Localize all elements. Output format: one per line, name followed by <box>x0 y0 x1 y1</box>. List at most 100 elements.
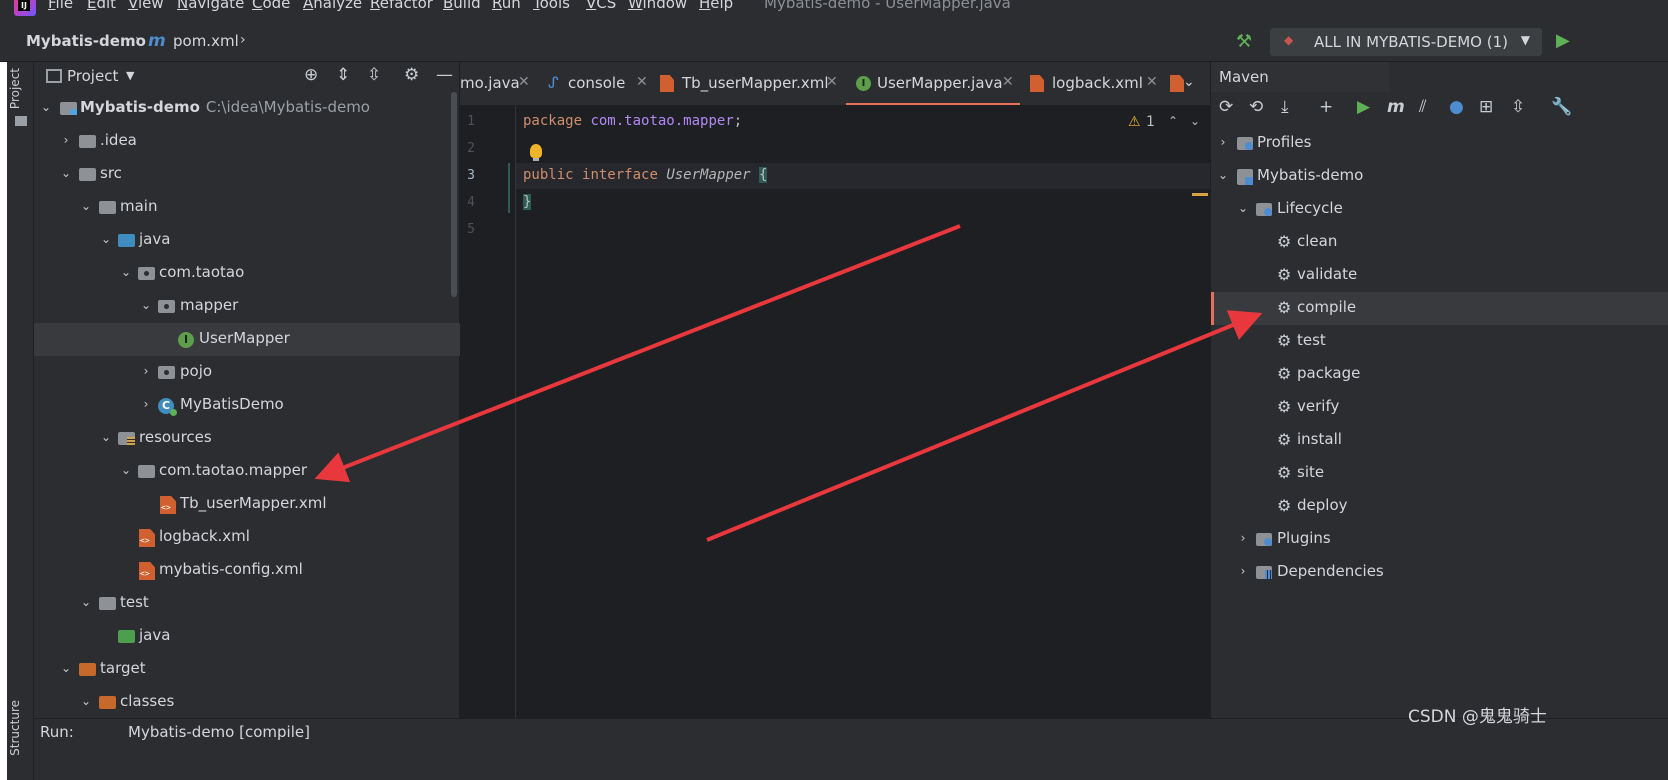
tree-item-mapper[interactable]: ⌄ mapper <box>34 290 460 323</box>
tab-mybatisdemo-java[interactable]: mo.java ✕ <box>460 62 540 105</box>
maven-phase-compile[interactable]: ⚙ compile <box>1211 292 1668 325</box>
maven-plugins[interactable]: › Plugins <box>1211 523 1668 556</box>
tree-item-mybatis-demo[interactable]: ⌄ Mybatis-demo C:\idea\Mybatis-demo <box>34 92 460 125</box>
maven-lifecycle[interactable]: ⌄ Lifecycle <box>1211 193 1668 226</box>
menu-run[interactable]: Run <box>492 0 521 12</box>
chevron-down-icon[interactable]: ⌄ <box>80 694 92 708</box>
chevron-down-icon[interactable]: ⌄ <box>100 232 112 246</box>
menu-help[interactable]: Help <box>699 0 733 12</box>
menu-edit[interactable]: Edit <box>87 0 116 12</box>
close-icon[interactable]: ✕ <box>518 74 530 90</box>
chevron-down-icon[interactable]: ⌄ <box>60 661 72 675</box>
chevron-down-icon[interactable]: ⌄ <box>140 298 152 312</box>
tree-item-pojo[interactable]: › pojo <box>34 356 460 389</box>
tree-item-main[interactable]: ⌄ main <box>34 191 460 224</box>
skip-tests-icon[interactable]: ● <box>1449 97 1464 117</box>
chevron-down-icon[interactable]: ⌄ <box>80 199 92 213</box>
chevron-down-icon[interactable]: ⌄ <box>40 100 52 114</box>
maven-project[interactable]: ⌄ Mybatis-demo <box>1211 160 1668 193</box>
maven-title[interactable]: Maven <box>1219 68 1269 86</box>
project-panel-title[interactable]: Project <box>67 67 118 85</box>
maven-dependencies[interactable]: › Dependencies <box>1211 556 1668 589</box>
run-icon[interactable]: ▶ <box>1357 97 1370 117</box>
chevron-down-icon[interactable]: ⌄ <box>80 595 92 609</box>
chevron-down-icon[interactable]: ⌄ <box>100 430 112 444</box>
tree-item-java[interactable]: ⌄ java <box>34 224 460 257</box>
close-icon[interactable]: ✕ <box>826 74 838 90</box>
maven-phase-verify[interactable]: ⚙ verify <box>1211 391 1668 424</box>
tab-console[interactable]: ᔑ console ✕ <box>544 62 654 105</box>
tree-item-classes[interactable]: ⌄ classes <box>34 686 460 719</box>
minimize-icon[interactable]: — <box>436 65 453 85</box>
tree-item-com-taotao-mapper[interactable]: ⌄ com.taotao.mapper <box>34 455 460 488</box>
maven-phase-clean[interactable]: ⚙ clean <box>1211 226 1668 259</box>
wrench-icon[interactable]: 🔧 <box>1551 97 1572 117</box>
maven-phase-install[interactable]: ⚙ install <box>1211 424 1668 457</box>
show-dependencies-icon[interactable]: ⊞ <box>1479 97 1493 117</box>
close-icon[interactable]: ✕ <box>1002 74 1014 90</box>
structure-tool-tab[interactable]: Structure <box>8 700 22 756</box>
chevron-right-icon[interactable]: › <box>140 364 152 378</box>
run-icon[interactable]: ▶ <box>1556 30 1570 51</box>
tree-item-target[interactable]: ⌄ target <box>34 653 460 686</box>
project-tool-tab[interactable]: Project <box>8 68 22 109</box>
chevron-down-icon[interactable]: ⌄ <box>1217 168 1229 182</box>
chevron-down-icon[interactable]: ⌄ <box>1237 201 1249 215</box>
intellij-app-icon[interactable]: IJ <box>14 0 36 16</box>
chevron-down-icon[interactable]: ⌄ <box>1183 74 1195 90</box>
collapse-all-icon[interactable]: ⇳ <box>367 65 381 85</box>
tab-usermapper-java[interactable]: I UserMapper.java ✕ <box>846 62 1020 105</box>
warning-stripe-mark[interactable] <box>1192 193 1208 196</box>
tree-item-usermapper[interactable]: I UserMapper <box>34 323 460 356</box>
tree-item-test-java[interactable]: java <box>34 620 460 653</box>
tree-item-idea[interactable]: › .idea <box>34 125 460 158</box>
chevron-right-icon[interactable]: › <box>60 133 72 147</box>
execute-goal-icon[interactable]: m <box>1387 97 1405 117</box>
tab-logback-xml[interactable]: logback.xml ✕ <box>1026 62 1164 105</box>
inspection-widget[interactable]: ⚠ 1 ⌃ ⌄ <box>1118 112 1210 136</box>
expand-all-icon[interactable]: ⇕ <box>336 65 350 85</box>
chevron-down-icon[interactable]: ⌄ <box>120 265 132 279</box>
reload-icon[interactable]: ⟳ <box>1219 97 1233 117</box>
generate-sources-icon[interactable]: ⟲ <box>1249 97 1263 117</box>
maven-phase-test[interactable]: ⚙ test <box>1211 325 1668 358</box>
breadcrumb-project[interactable]: Mybatis-demo <box>26 32 146 50</box>
gear-icon[interactable]: ⚙ <box>404 65 419 85</box>
chevron-right-icon[interactable]: › <box>140 397 152 411</box>
close-icon[interactable]: ✕ <box>1146 74 1158 90</box>
chevron-right-icon[interactable]: › <box>1237 564 1249 578</box>
menu-navigate[interactable]: Navigate <box>177 0 244 12</box>
chevron-down-icon[interactable]: ▼ <box>126 69 134 82</box>
maven-phase-site[interactable]: ⚙ site <box>1211 457 1668 490</box>
menu-tools[interactable]: Tools <box>533 0 570 12</box>
menu-file[interactable]: File <box>48 0 73 12</box>
maven-phase-deploy[interactable]: ⚙ deploy <box>1211 490 1668 523</box>
tab-tb-usermapper-xml[interactable]: Tb_userMapper.xml ✕ <box>658 62 846 105</box>
tree-item-mybatisdemo[interactable]: › C MyBatisDemo <box>34 389 460 422</box>
tree-item-resources[interactable]: ⌄ resources <box>34 422 460 455</box>
chevron-right-icon[interactable]: › <box>1237 531 1249 545</box>
run-tab[interactable]: Mybatis-demo [compile] <box>128 723 310 741</box>
tree-item-src[interactable]: ⌄ src <box>34 158 460 191</box>
chevron-down-icon[interactable]: ⌄ <box>1190 114 1200 128</box>
tree-item-test[interactable]: ⌄ test <box>34 587 460 620</box>
collapse-all-icon[interactable]: ⇳ <box>1511 97 1525 117</box>
tab-overflow[interactable] <box>1168 62 1184 105</box>
code-editor[interactable]: 1 2 3 4 5 package com.taotao.mapper; pub… <box>460 106 1210 718</box>
menu-vcs[interactable]: VCS <box>586 0 616 12</box>
chevron-down-icon[interactable]: ⌄ <box>60 166 72 180</box>
maven-phase-validate[interactable]: ⚙ validate <box>1211 259 1668 292</box>
menu-code[interactable]: Code <box>252 0 290 12</box>
maven-profiles[interactable]: › Profiles <box>1211 127 1668 160</box>
menu-analyze[interactable]: Analyze <box>303 0 362 12</box>
tree-item-mybatis-config-xml[interactable]: mybatis-config.xml <box>34 554 460 587</box>
add-icon[interactable]: + <box>1319 97 1333 117</box>
menu-view[interactable]: View <box>128 0 164 12</box>
build-hammer-icon[interactable]: ⚒ <box>1236 31 1252 52</box>
chevron-right-icon[interactable]: › <box>1217 135 1229 149</box>
menu-window[interactable]: Window <box>628 0 687 12</box>
maven-phase-package[interactable]: ⚙ package <box>1211 358 1668 391</box>
tree-item-tb-usermapper-xml[interactable]: Tb_userMapper.xml <box>34 488 460 521</box>
run-configuration-selector[interactable]: ◆ ALL IN MYBATIS-DEMO (1) ▼ <box>1270 28 1542 56</box>
toggle-offline-icon[interactable]: ⫽ <box>1419 97 1427 117</box>
